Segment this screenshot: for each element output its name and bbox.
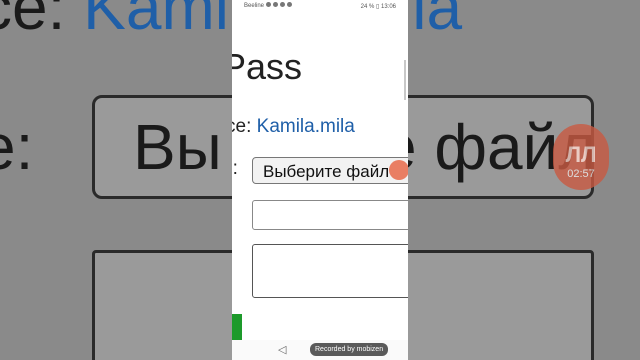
service-link[interactable]: Kamila.mila: [257, 116, 355, 137]
bg-textarea-right: [408, 250, 594, 360]
notification-icon: [266, 2, 271, 7]
bg-service-row: ce: Kamila: [0, 0, 232, 44]
phone-screen: Beeline 24 % ▯ 13:06 Pass ce: Kamila.mil…: [232, 0, 408, 360]
background-right: ila е файл: [408, 0, 640, 360]
bg-file-button-label: Вы: [133, 111, 222, 183]
recorder-logo-icon: ЛЛ: [565, 142, 597, 167]
notification-icon: [280, 2, 285, 7]
bg-file-label: e:: [0, 111, 34, 183]
text-input[interactable]: [252, 200, 408, 230]
service-row: ce: Kamila.mila: [232, 116, 355, 138]
screen-recorder-badge[interactable]: ЛЛ 02:57: [553, 124, 609, 190]
page-title: Pass: [232, 46, 303, 87]
bg-service-label: ce:: [0, 0, 66, 43]
status-bar: Beeline 24 % ▯ 13:06: [232, 0, 408, 12]
battery-clock: 24 % ▯ 13:06: [360, 4, 396, 10]
recorded-by-watermark: Recorded by mobizen: [310, 343, 389, 356]
back-icon[interactable]: ◁: [278, 343, 286, 356]
submit-button[interactable]: [232, 314, 242, 340]
carrier-name: Beeline: [244, 3, 265, 9]
choose-file-button[interactable]: Выберите файл: [252, 157, 408, 184]
recorder-timer: 02:57: [567, 168, 595, 180]
service-label: ce:: [232, 116, 252, 137]
file-label: e:: [232, 158, 238, 179]
bg-service-link-right: ila: [408, 0, 463, 43]
status-icons: [266, 2, 292, 7]
textarea-field[interactable]: [252, 244, 408, 298]
scrollbar[interactable]: [404, 60, 406, 100]
background-left: ce: Kamila e: Вы: [0, 0, 232, 360]
notification-icon: [287, 2, 292, 7]
bg-file-button: Вы: [92, 95, 232, 199]
bg-service-link: Kamila: [83, 0, 232, 43]
recorder-bubble-icon[interactable]: [389, 160, 408, 180]
notification-icon: [273, 2, 278, 7]
bg-textarea: [92, 250, 232, 360]
